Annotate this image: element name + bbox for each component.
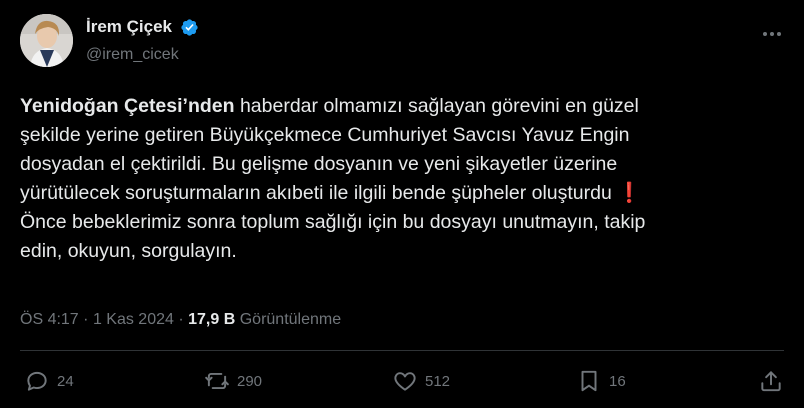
tweet-time[interactable]: ÖS 4:17 (20, 311, 79, 328)
meta-separator: · (178, 311, 184, 328)
retweet-count: 290 (237, 372, 263, 390)
views-count[interactable]: 17,9 B (188, 311, 235, 328)
reply-icon (27, 371, 47, 391)
tweet-text: Yenidoğan Çetesi’nden haberdar olmamızı … (20, 92, 790, 266)
more-horizontal-icon (763, 32, 781, 36)
views-label: Görüntülenme (239, 311, 342, 328)
verified-badge-icon (181, 18, 199, 36)
bookmark-count: 16 (609, 372, 626, 390)
user-names: İrem Çiçek @irem_cicek (86, 17, 199, 64)
share-button[interactable] (758, 368, 784, 394)
bookmark-button[interactable]: 16 (576, 368, 626, 394)
display-name[interactable]: İrem Çiçek (86, 17, 172, 37)
hashtag-like-bold-text: Yenidoğan Çetesi’nden (20, 95, 235, 117)
retweet-button[interactable]: 290 (204, 368, 262, 394)
tweet-header: İrem Çiçek @irem_cicek (20, 14, 784, 70)
divider (20, 350, 784, 351)
more-options-button[interactable] (760, 22, 784, 46)
exclamation-emoji: ❗ (617, 182, 642, 204)
avatar[interactable] (20, 14, 73, 67)
bookmark-icon (581, 370, 597, 392)
like-button[interactable]: 512 (392, 368, 450, 394)
tweet-meta: ÖS 4:17 · 1 Kas 2024 · 17,9 B Görüntülen… (20, 311, 341, 329)
reply-button[interactable]: 24 (24, 368, 74, 394)
meta-separator: · (83, 311, 89, 328)
retweet-icon (205, 372, 229, 390)
share-icon (761, 371, 781, 392)
user-handle[interactable]: @irem_cicek (86, 46, 199, 64)
tweet-date[interactable]: 1 Kas 2024 (93, 311, 174, 328)
tweet-line: dosyadan el çektirildi. Bu gelişme dosya… (20, 153, 618, 175)
action-bar: 24 290 512 16 (20, 368, 784, 408)
reply-count: 24 (57, 372, 74, 390)
tweet-line: edin, okuyun, sorgulayın. (20, 240, 237, 262)
heart-icon (394, 372, 416, 391)
tweet-line: Önce bebeklerimiz sonra toplum sağlığı i… (20, 211, 646, 233)
like-count: 512 (425, 372, 451, 390)
tweet-line: Yenidoğan Çetesi’nden haberdar olmamızı … (20, 95, 639, 117)
tweet-line: şekilde yerine getiren Büyükçekmece Cumh… (20, 124, 630, 146)
tweet-line: yürütülecek soruşturmaların akıbeti ile … (20, 182, 642, 204)
